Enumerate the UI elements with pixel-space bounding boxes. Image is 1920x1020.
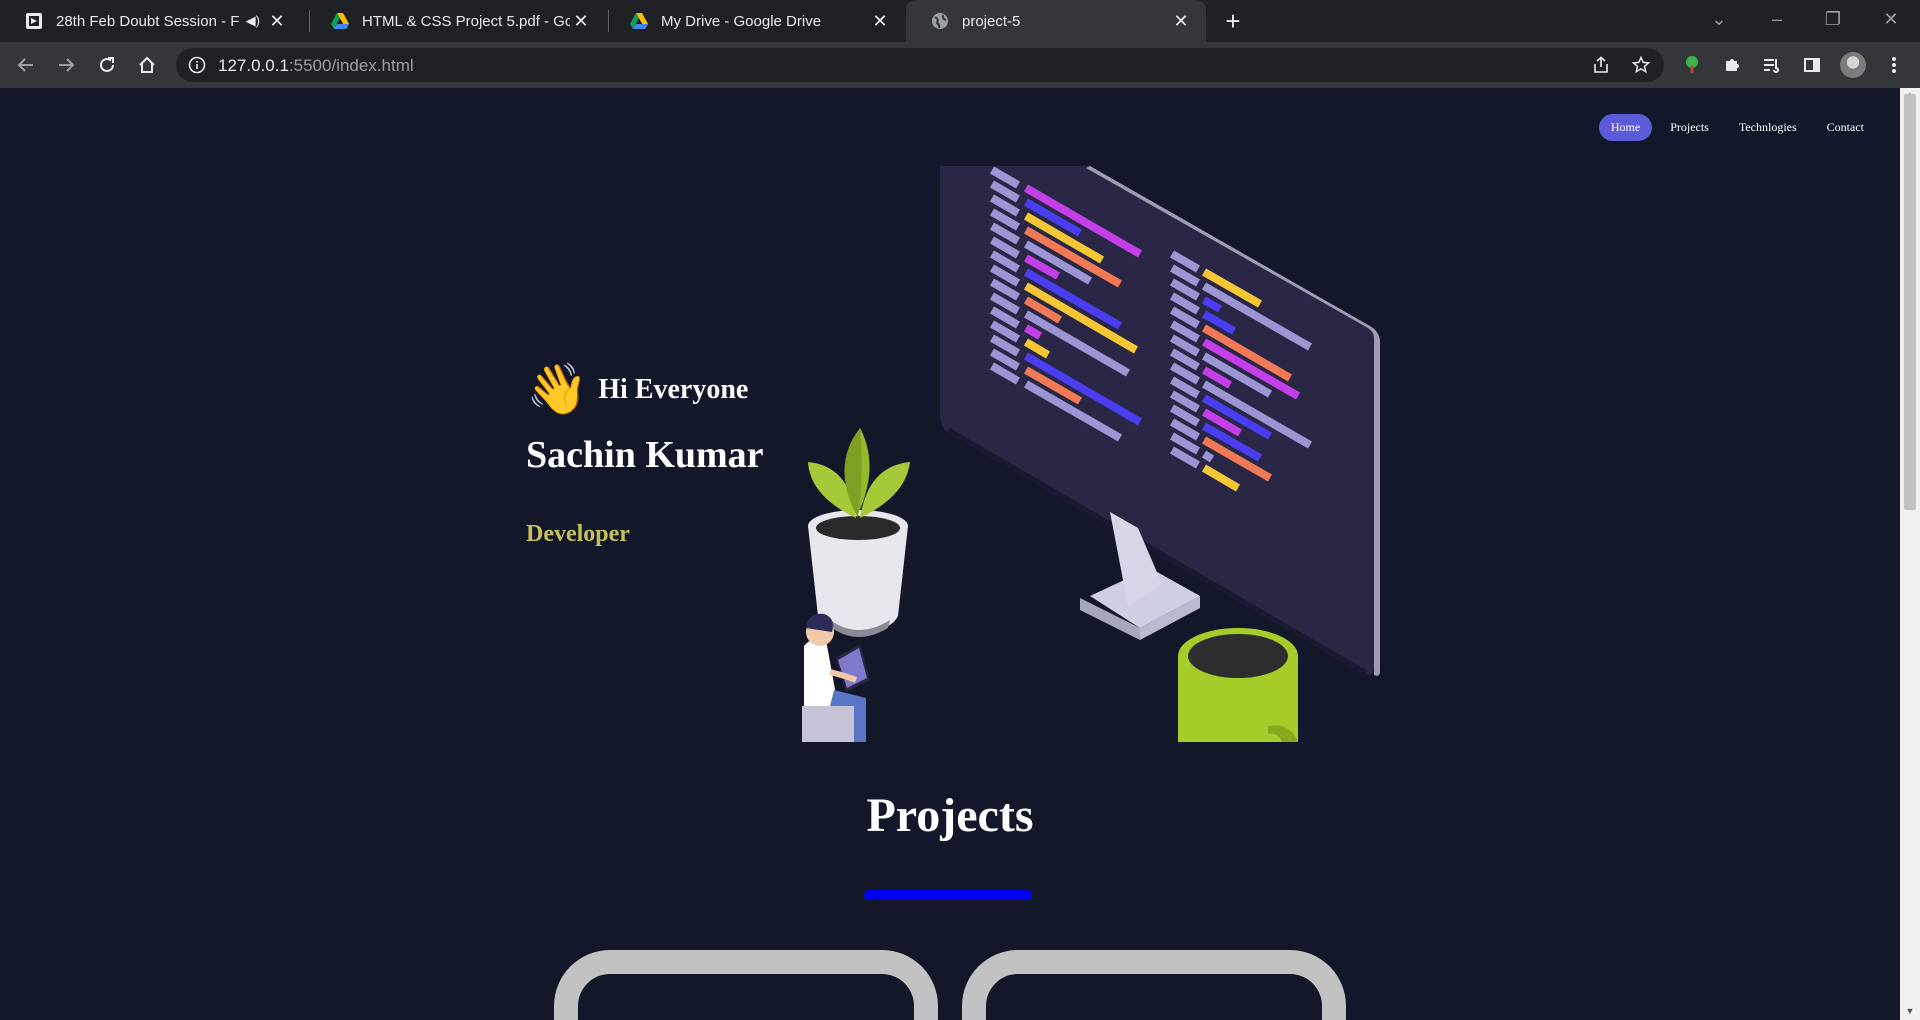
close-tab-icon[interactable]: ✕ [869, 10, 891, 32]
close-tab-icon[interactable]: ✕ [1170, 10, 1192, 32]
monitor-graphic [940, 166, 1380, 676]
url-path: :5500/index.html [288, 56, 414, 75]
audio-icon[interactable]: ◀) [246, 13, 260, 29]
profile-avatar[interactable] [1840, 52, 1866, 78]
video-icon [24, 11, 44, 31]
nav-projects-link[interactable]: Projects [1658, 114, 1721, 141]
browser-tab-4-active[interactable]: project-5 ✕ [906, 0, 1206, 42]
greeting-text: Hi Everyone [598, 373, 749, 405]
project-card[interactable] [962, 950, 1346, 1020]
browser-tab-1[interactable]: 28th Feb Doubt Session - Full ◀) ✕ [0, 0, 302, 42]
browser-toolbar: 127.0.0.1:5500/index.html [0, 42, 1920, 88]
tab-title: HTML & CSS Project 5.pdf - Google Drive [362, 12, 570, 30]
forward-icon[interactable] [50, 49, 82, 81]
browser-tab-strip: 28th Feb Doubt Session - Full ◀) ✕ HTML … [0, 0, 1920, 42]
media-controls-icon[interactable] [1756, 49, 1788, 81]
minimize-icon[interactable]: – [1760, 4, 1794, 34]
share-icon[interactable] [1586, 50, 1616, 80]
url-text[interactable]: 127.0.0.1:5500/index.html [218, 56, 414, 76]
tab-title: 28th Feb Doubt Session - Full [56, 12, 240, 30]
drive-icon [330, 11, 350, 31]
hero-name: Sachin Kumar [526, 434, 764, 476]
greeting-row: 👋 Hi Everyone [526, 360, 764, 419]
globe-icon [930, 11, 950, 31]
developer-illustration [802, 166, 1380, 742]
waving-hand-icon: 👋 [526, 361, 589, 417]
address-bar[interactable]: 127.0.0.1:5500/index.html [176, 48, 1664, 82]
projects-heading: Projects [866, 789, 1034, 842]
close-window-icon[interactable]: ✕ [1874, 4, 1908, 34]
nav-technologies-link[interactable]: Technlogies [1727, 114, 1809, 141]
nav-contact-link[interactable]: Contact [1815, 114, 1876, 141]
reload-icon[interactable] [91, 49, 123, 81]
drive-icon [629, 11, 649, 31]
new-tab-button[interactable]: + [1218, 6, 1248, 36]
close-tab-icon[interactable]: ✕ [570, 10, 592, 32]
extensions-puzzle-icon[interactable] [1716, 49, 1748, 81]
scrollbar-thumb[interactable] [1904, 94, 1916, 510]
plant-graphic [808, 428, 910, 637]
hero-role: Developer [526, 521, 630, 547]
project-card[interactable] [554, 950, 938, 1020]
page-scrollbar[interactable]: ▲ ▼ [1900, 88, 1920, 1020]
scroll-down-arrow-icon[interactable]: ▼ [1904, 1006, 1916, 1016]
tree-extension-icon[interactable] [1676, 49, 1708, 81]
bookmark-star-icon[interactable] [1626, 50, 1656, 80]
coffee-mug-graphic [1178, 628, 1298, 742]
browser-tab-3[interactable]: My Drive - Google Drive ✕ [605, 0, 905, 42]
browser-tab-2[interactable]: HTML & CSS Project 5.pdf - Google Drive … [306, 0, 606, 42]
tab-title: My Drive - Google Drive [661, 12, 822, 30]
site-info-icon[interactable] [188, 56, 206, 74]
home-icon[interactable] [131, 49, 163, 81]
nav-home-link[interactable]: Home [1598, 114, 1653, 141]
hero-text: 👋 Hi Everyone Sachin Kumar Developer [526, 360, 764, 548]
webpage: Home Projects Technlogies Contact 👋 Hi E… [0, 88, 1900, 1020]
url-host: 127.0.0.1 [218, 56, 289, 75]
close-tab-icon[interactable]: ✕ [266, 10, 288, 32]
tab-search-icon[interactable]: ⌄ [1702, 4, 1736, 34]
menu-kebab-icon[interactable] [1878, 49, 1910, 81]
back-icon[interactable] [10, 49, 42, 81]
restore-icon[interactable]: ❐ [1816, 4, 1850, 34]
projects-heading-underline [864, 890, 1032, 900]
side-panel-icon[interactable] [1796, 49, 1828, 81]
site-nav: Home Projects Technlogies Contact [1598, 114, 1876, 141]
tab-title: project-5 [962, 12, 1021, 30]
